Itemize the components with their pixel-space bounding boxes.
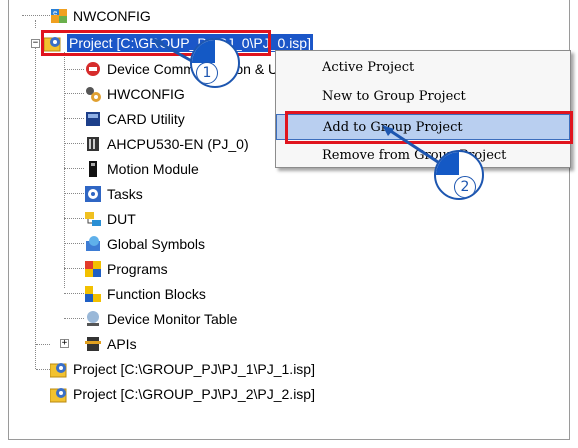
card-icon xyxy=(84,110,102,128)
node-label: CARD Utility xyxy=(107,111,185,127)
tree-connector xyxy=(64,52,65,288)
tree-connector xyxy=(64,243,84,244)
tree-connector xyxy=(64,69,84,70)
node-label: Project [C:\GROUP_PJ\PJ_2\PJ_2.isp] xyxy=(73,386,315,402)
node-label: NWCONFIG xyxy=(73,8,151,24)
nwconfig-icon: e xyxy=(50,7,68,25)
tree-node-programs[interactable]: Programs xyxy=(84,259,168,279)
hwconfig-icon xyxy=(84,85,102,103)
tree-connector xyxy=(64,268,84,269)
motion-module-icon xyxy=(84,160,102,178)
tree-node-device-monitor-table[interactable]: Device Monitor Table xyxy=(84,309,237,329)
node-label: Function Blocks xyxy=(107,286,206,302)
tree-connector xyxy=(64,118,84,119)
tree-node-global-symbols[interactable]: Global Symbols xyxy=(84,234,205,254)
dut-icon xyxy=(84,210,102,228)
callout-step-1: 1 xyxy=(190,38,240,88)
tree-connector xyxy=(64,93,84,94)
tree-connector xyxy=(64,168,84,169)
tree-connector xyxy=(64,218,84,219)
cpu-icon xyxy=(84,135,102,153)
tree-node-function-blocks[interactable]: Function Blocks xyxy=(84,284,206,304)
project-gear-icon xyxy=(49,385,68,403)
tree-connector xyxy=(36,344,50,345)
tasks-icon xyxy=(84,185,102,203)
device-comm-icon xyxy=(84,60,102,78)
project-gear-icon xyxy=(49,360,68,378)
svg-text:e: e xyxy=(53,9,57,17)
node-label: Motion Module xyxy=(107,161,199,177)
node-label: Programs xyxy=(107,261,168,277)
tree-connector xyxy=(64,193,84,194)
tree-node-apis[interactable]: APIs xyxy=(84,334,137,354)
menu-item-new-to-group-project[interactable]: New to Group Project xyxy=(276,84,570,110)
tree-connector xyxy=(64,318,84,319)
tree-node-nwconfig[interactable]: e NWCONFIG xyxy=(50,6,151,26)
collapse-toggle[interactable]: − xyxy=(31,39,40,48)
node-label: DUT xyxy=(107,211,136,227)
menu-item-active-project[interactable]: Active Project xyxy=(276,55,570,81)
tree-node-project-2[interactable]: Project [C:\GROUP_PJ\PJ_2\PJ_2.isp] xyxy=(49,384,315,404)
tree-connector xyxy=(64,143,84,144)
tree-node-dut[interactable]: DUT xyxy=(84,209,136,229)
tree-node-project-1[interactable]: Project [C:\GROUP_PJ\PJ_1\PJ_1.isp] xyxy=(49,359,315,379)
tree-connector xyxy=(36,369,50,370)
function-blocks-icon xyxy=(84,285,102,303)
tree-node-motion-module[interactable]: Motion Module xyxy=(84,159,199,179)
callout-quadrant xyxy=(192,40,215,63)
node-label: Tasks xyxy=(107,186,143,202)
node-label: APIs xyxy=(107,336,137,352)
node-label: HWCONFIG xyxy=(107,86,185,102)
tree-node-tasks[interactable]: Tasks xyxy=(84,184,143,204)
tree-node-hwconfig[interactable]: HWCONFIG xyxy=(84,84,185,104)
node-label: AHCPU530-EN (PJ_0) xyxy=(107,136,249,152)
programs-icon xyxy=(84,260,102,278)
step-number: 2 xyxy=(454,176,476,198)
tree-connector xyxy=(22,15,50,16)
tree-node-card-utility[interactable]: CARD Utility xyxy=(84,109,185,129)
expand-toggle[interactable]: + xyxy=(60,339,69,348)
callout-quadrant xyxy=(436,152,459,175)
global-symbols-icon xyxy=(84,235,102,253)
tree-connector xyxy=(35,48,36,369)
tree-connector xyxy=(64,293,84,294)
callout-step-2: 2 xyxy=(434,150,484,200)
tree-connector xyxy=(35,20,36,28)
node-label: Device Monitor Table xyxy=(107,311,238,327)
step-number: 1 xyxy=(196,62,218,84)
tree-node-cpu[interactable]: AHCPU530-EN (PJ_0) xyxy=(84,134,249,154)
node-label: Project [C:\GROUP_PJ\PJ_1\PJ_1.isp] xyxy=(73,361,315,377)
node-label: Global Symbols xyxy=(107,236,206,252)
apis-icon xyxy=(84,335,102,353)
device-monitor-icon xyxy=(84,310,102,328)
